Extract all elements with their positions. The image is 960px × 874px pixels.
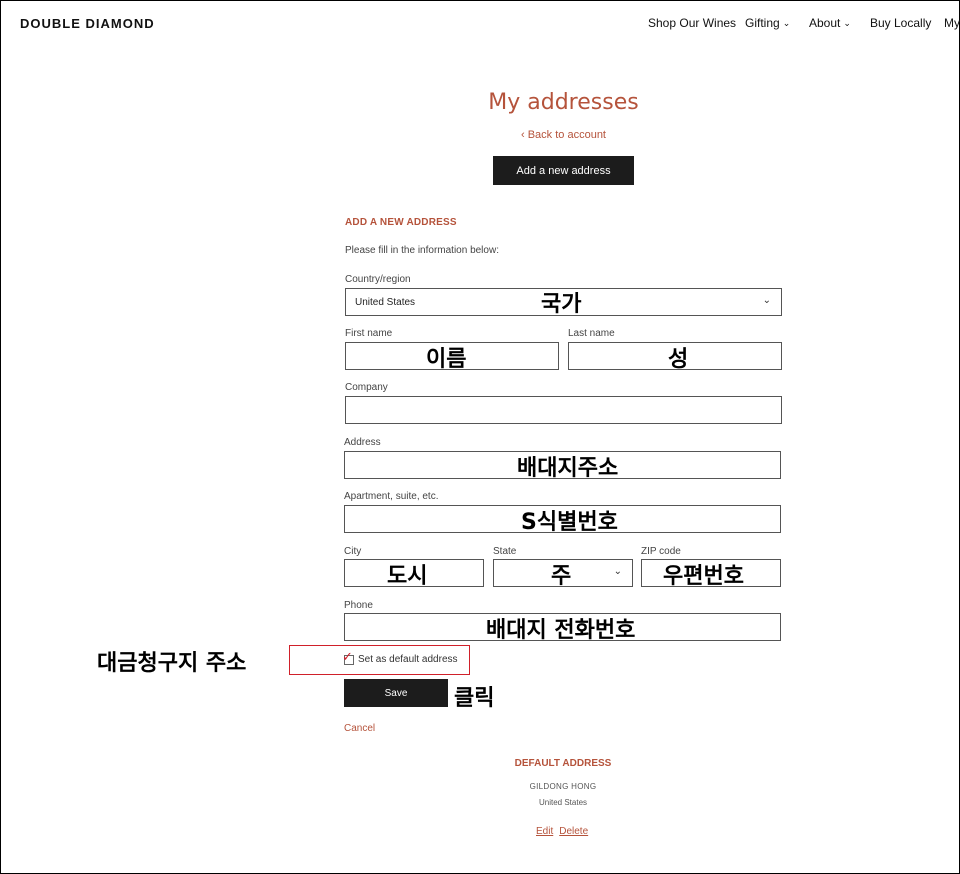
form-section-title: ADD A NEW ADDRESS [345,217,457,228]
nav-buy-locally[interactable]: Buy Locally [870,16,931,30]
edit-address-link[interactable]: Edit [536,826,553,837]
add-new-address-button[interactable]: Add a new address [493,156,634,185]
apartment-label: Apartment, suite, etc. [344,491,439,502]
back-link-label: Back to account [527,129,606,141]
chevron-down-icon: ⌄ [762,295,771,306]
annotation-click: 클릭 [454,686,495,711]
first-name-label: First name [345,328,393,339]
chevron-left-icon: ‹ [520,129,528,141]
default-address-country: United States [538,798,588,807]
default-address-checkbox-label[interactable]: Set as default address [358,654,458,665]
company-label: Company [345,382,388,393]
annotation-last-name: 성 [668,347,689,372]
annotation-state: 주 [551,564,572,589]
annotation-address: 배대지주소 [517,456,619,481]
save-button[interactable]: Save [344,679,448,707]
chevron-down-icon: ⌄ [843,18,851,28]
country-label: Country/region [345,274,411,285]
annotation-zip: 우편번호 [663,564,744,589]
nav-gifting-label: Gifting [745,16,780,30]
back-to-account-link[interactable]: ‹ Back to account [0,129,960,141]
nav-shop-our-wines[interactable]: Shop Our Wines [648,16,736,30]
zip-label: ZIP code [641,546,681,557]
annotation-phone: 배대지 전화번호 [486,618,636,643]
state-label: State [493,546,517,557]
city-label: City [344,546,362,557]
nav-about[interactable]: About ⌄ [809,16,851,30]
default-address-name: GILDONG HONG [529,782,597,791]
phone-label: Phone [344,600,373,611]
page-title: My addresses [488,90,639,115]
checkmark-icon: ✓ [342,649,353,664]
chevron-down-icon: ⌄ [613,566,622,577]
annotation-apartment: S식별번호 [521,510,618,535]
last-name-label: Last name [568,328,615,339]
cancel-link[interactable]: Cancel [344,723,375,734]
company-input[interactable] [345,396,782,424]
country-select-value: United States [355,297,416,308]
default-address-title: DEFAULT ADDRESS [514,758,612,769]
form-intro-text: Please fill in the information below: [345,245,499,256]
annotation-first-name: 이름 [426,347,467,372]
annotation-city: 도시 [387,564,428,589]
annotation-country: 국가 [541,292,582,317]
chevron-down-icon: ⌄ [782,18,791,28]
nav-my-account[interactable]: My [944,16,960,30]
brand-logo[interactable]: DOUBLE DIAMOND [20,16,155,31]
delete-address-link[interactable]: Delete [559,826,588,837]
default-address-actions: Edit Delete [536,826,594,837]
nav-gifting[interactable]: Gifting ⌄ [745,16,790,30]
nav-about-label: About [809,16,841,30]
address-label: Address [344,437,381,448]
annotation-billing-address: 대금청구지 주소 [97,651,247,676]
